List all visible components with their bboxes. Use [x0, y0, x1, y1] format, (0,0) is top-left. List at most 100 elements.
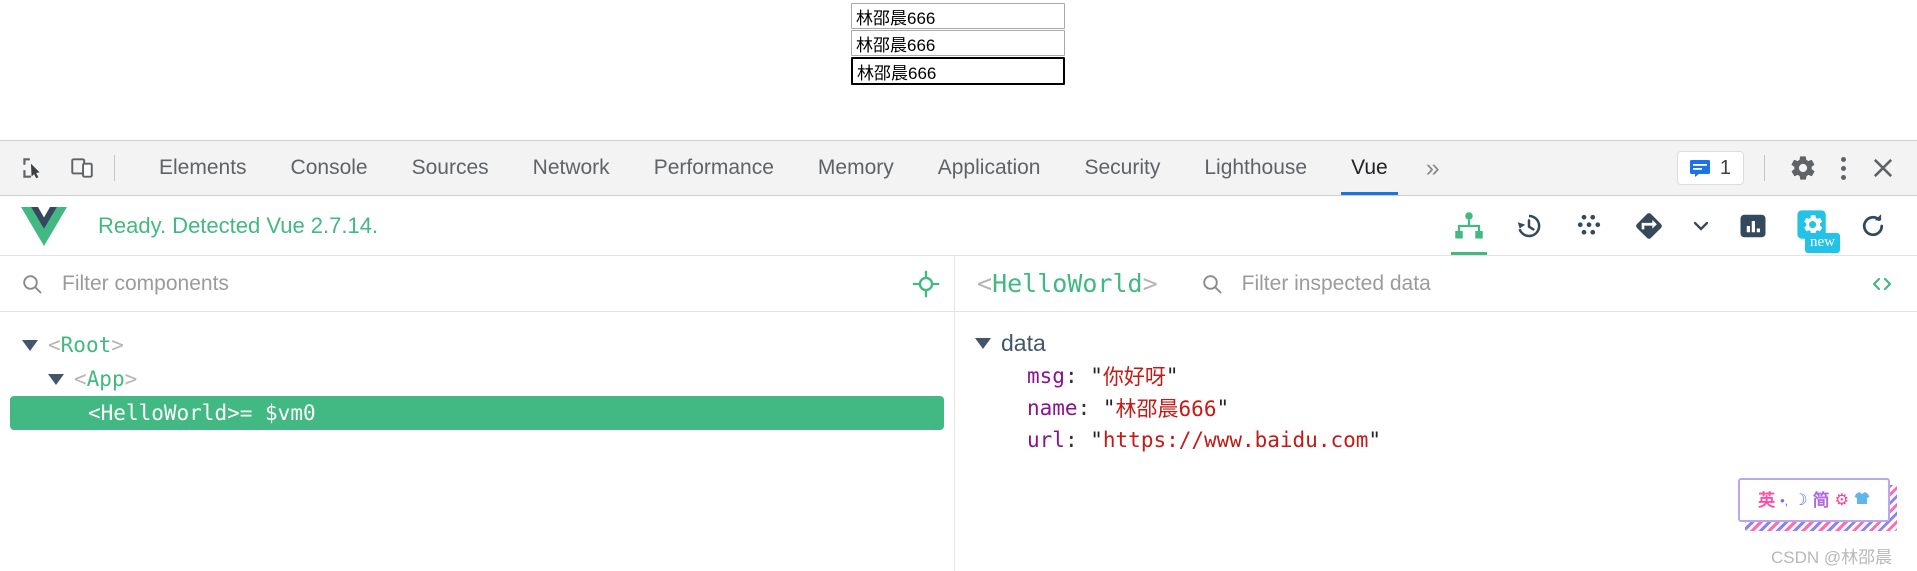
caret-down-icon[interactable] — [975, 337, 991, 349]
performance-chart-icon[interactable] — [1725, 196, 1781, 255]
messages-badge[interactable]: 1 — [1676, 151, 1744, 185]
tree-open-bracket: < — [74, 367, 87, 391]
data-colon: : — [1064, 364, 1091, 388]
quote-open: " — [1090, 364, 1103, 388]
tree-node-label: HelloWorld — [100, 401, 228, 425]
chevron-down-icon[interactable] — [1681, 196, 1721, 255]
quote-close: " — [1165, 364, 1179, 388]
components-filter-row — [0, 256, 954, 312]
inspected-data-panel: data msg: " 你好呀 " name: " 林邵晨666 " url: " htt… — [955, 312, 1917, 571]
more-options-icon[interactable] — [1827, 152, 1859, 184]
inspected-component-title: < HelloWorld > — [977, 269, 1158, 298]
tab-lighthouse[interactable]: Lighthouse — [1182, 141, 1329, 195]
refresh-icon[interactable] — [1845, 196, 1901, 255]
ime-skin[interactable] — [1854, 491, 1870, 509]
input-one[interactable] — [851, 3, 1065, 29]
device-toolbar-icon[interactable] — [64, 150, 100, 186]
devtools-tab-list: Elements Console Sources Network Perform… — [137, 141, 1677, 195]
quote-close: " — [1216, 396, 1230, 420]
tab-elements[interactable]: Elements — [137, 141, 269, 195]
router-diamond-icon[interactable] — [1621, 196, 1677, 255]
settings-gear-icon[interactable] — [1785, 150, 1821, 186]
tree-node-vm-ref: = $vm0 — [239, 401, 316, 425]
tab-network[interactable]: Network — [511, 141, 632, 195]
ime-floating-toolbar[interactable]: 英 •, ☽ 简 ⚙ — [1738, 478, 1897, 531]
messages-icon — [1689, 160, 1710, 177]
more-tabs-icon[interactable]: » — [1410, 141, 1456, 195]
ime-settings[interactable]: ⚙ — [1835, 492, 1849, 509]
tab-sources[interactable]: Sources — [390, 141, 511, 195]
caret-down-icon[interactable] — [22, 339, 38, 351]
close-devtools-icon[interactable] — [1865, 150, 1901, 186]
tree-node-label: App — [86, 367, 125, 391]
ime-punctuation[interactable]: •, — [1780, 492, 1788, 509]
target-crosshair-icon[interactable] — [898, 256, 954, 311]
web-page-viewport — [0, 0, 1917, 140]
inspector-open-bracket: < — [977, 269, 993, 298]
inspector-header-row: < HelloWorld > — [955, 256, 1917, 312]
toolbar-divider — [114, 155, 115, 181]
devtools-window: Elements Console Sources Network Perform… — [0, 140, 1917, 571]
vue-status-text: Ready. Detected Vue 2.7.14. — [98, 212, 379, 238]
devtools-right-controls: 1 — [1676, 150, 1917, 186]
tree-open-bracket: < — [88, 401, 101, 425]
devtools-tabbar: Elements Console Sources Network Perform… — [0, 141, 1917, 196]
vue-logo — [20, 204, 68, 248]
tree-close-bracket: > — [111, 333, 124, 357]
components-tree-icon[interactable] — [1441, 196, 1497, 255]
new-badge-label: new — [1805, 233, 1840, 253]
data-entry-msg[interactable]: msg: " 你好呀 " — [971, 360, 1917, 392]
messages-count: 1 — [1719, 156, 1731, 179]
data-value: 你好呀 — [1102, 365, 1166, 389]
input-two[interactable] — [851, 30, 1065, 56]
quote-close: " — [1368, 428, 1382, 452]
screen-root: Elements Console Sources Network Perform… — [0, 0, 1917, 571]
filter-inspected-data-input[interactable] — [1239, 270, 1847, 297]
open-in-editor-icon[interactable] — [1847, 256, 1917, 311]
tab-vue[interactable]: Vue — [1329, 141, 1410, 195]
pinia-dots-icon[interactable] — [1561, 196, 1617, 255]
data-section-header[interactable]: data — [971, 326, 1917, 360]
tab-memory[interactable]: Memory — [796, 141, 916, 195]
tab-security[interactable]: Security — [1062, 141, 1182, 195]
ime-simplified[interactable]: 简 — [1813, 492, 1830, 509]
ime-moon-mode[interactable]: ☽ — [1793, 492, 1807, 509]
tab-console[interactable]: Console — [269, 141, 390, 195]
vue-devtools-header: Ready. Detected Vue 2.7.14. new — [0, 196, 1917, 256]
tree-node-helloworld[interactable]: < HelloWorld > = $vm0 — [10, 396, 944, 430]
data-value: 林邵晨666 — [1115, 397, 1217, 421]
quote-open: " — [1102, 396, 1116, 420]
tree-node-label: Root — [60, 333, 112, 357]
tree-node-root[interactable]: < Root > — [10, 328, 944, 362]
data-key: msg — [1027, 364, 1065, 388]
tab-performance[interactable]: Performance — [632, 141, 796, 195]
filter-components-input[interactable] — [60, 270, 898, 297]
tree-open-bracket: < — [48, 333, 61, 357]
tab-application[interactable]: Application — [916, 141, 1063, 195]
csdn-watermark: CSDN @林邵晨 — [1771, 548, 1893, 567]
vue-action-bar: new — [1441, 196, 1917, 255]
search-icon — [20, 272, 44, 296]
right-divider — [1764, 155, 1765, 181]
tree-close-bracket: > — [227, 401, 240, 425]
data-key: name — [1027, 396, 1078, 420]
data-entry-url[interactable]: url: " https://www.baidu.com " — [971, 424, 1917, 456]
ime-lang-chinese[interactable]: 英 — [1758, 492, 1775, 509]
inspector-filter-wrap — [1180, 270, 1847, 297]
components-pane: < Root > < App > < HelloWorld > = — [0, 256, 955, 571]
inspect-element-icon[interactable] — [14, 150, 50, 186]
data-entry-name[interactable]: name: " 林邵晨666 " — [971, 392, 1917, 424]
component-tree: < Root > < App > < HelloWorld > = $vm0 — [0, 312, 954, 571]
input-three[interactable] — [851, 57, 1065, 85]
new-devtools-gear-icon[interactable]: new — [1785, 196, 1841, 255]
data-value: https://www.baidu.com — [1102, 428, 1369, 452]
tree-node-app[interactable]: < App > — [10, 362, 944, 396]
timeline-history-icon[interactable] — [1501, 196, 1557, 255]
inspected-component-name: HelloWorld — [992, 269, 1143, 298]
ime-toolbar-body: 英 •, ☽ 简 ⚙ — [1738, 478, 1890, 522]
search-icon — [1200, 272, 1224, 296]
quote-open: " — [1090, 428, 1103, 452]
caret-down-icon[interactable] — [48, 373, 64, 385]
input-stack — [851, 3, 1065, 86]
data-colon: : — [1077, 396, 1103, 420]
